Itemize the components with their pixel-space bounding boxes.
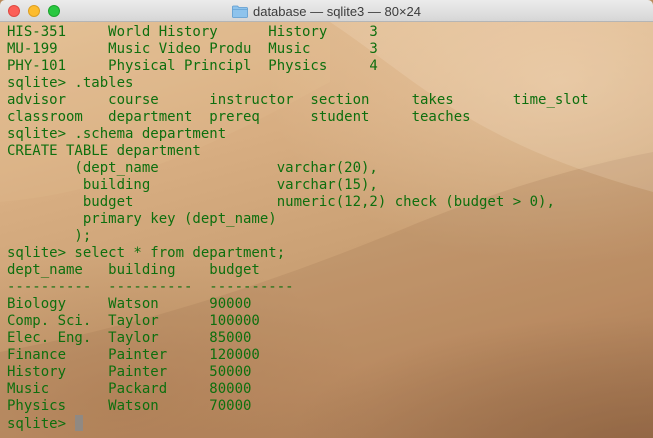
terminal-output: HIS-351 World History History 3 MU-199 Mu… (7, 24, 589, 432)
terminal-line: Finance Painter 120000 (7, 347, 260, 363)
terminal-line: Biology Watson 90000 (7, 296, 252, 312)
terminal-line: building varchar(15), (7, 177, 378, 193)
terminal-line: ---------- ---------- ---------- (7, 279, 294, 295)
terminal-line: sqlite> select * from department; (7, 245, 286, 261)
terminal-line: History Painter 50000 (7, 364, 252, 380)
terminal-line: Physics Watson 70000 (7, 398, 252, 414)
window-title-group: database — sqlite3 — 80×24 (0, 0, 653, 22)
terminal-line: sqlite> .tables (7, 75, 134, 91)
terminal-line: budget numeric(12,2) check (budget > 0), (7, 194, 555, 210)
terminal-window: database — sqlite3 — 80×24 HIS-351 World… (0, 0, 653, 438)
window-title: database — sqlite3 — 80×24 (252, 3, 422, 19)
prompt-line[interactable]: sqlite> (7, 415, 589, 432)
terminal-line: Comp. Sci. Taylor 100000 (7, 313, 260, 329)
terminal-line: dept_name building budget (7, 262, 260, 278)
terminal-line: advisor course instructor section takes … (7, 92, 589, 108)
terminal-line: PHY-101 Physical Principl Physics 4 (7, 58, 378, 74)
text-cursor (75, 415, 84, 431)
terminal-line: ); (7, 228, 92, 244)
terminal-line: MU-199 Music Video Produ Music 3 (7, 41, 378, 57)
terminal-line: (dept_name varchar(20), (7, 160, 378, 176)
prompt-text: sqlite> (7, 416, 75, 432)
terminal-line: classroom department prereq student teac… (7, 109, 471, 125)
title-bar[interactable]: database — sqlite3 — 80×24 (0, 0, 653, 22)
terminal-line: CREATE TABLE department (7, 143, 201, 159)
terminal-line: Elec. Eng. Taylor 85000 (7, 330, 252, 346)
terminal-line: Music Packard 80000 (7, 381, 252, 397)
terminal-line: HIS-351 World History History 3 (7, 24, 378, 40)
terminal-line: primary key (dept_name) (7, 211, 277, 227)
terminal-content[interactable]: HIS-351 World History History 3 MU-199 Mu… (0, 22, 653, 438)
terminal-line: sqlite> .schema department (7, 126, 227, 142)
folder-icon (232, 5, 248, 18)
